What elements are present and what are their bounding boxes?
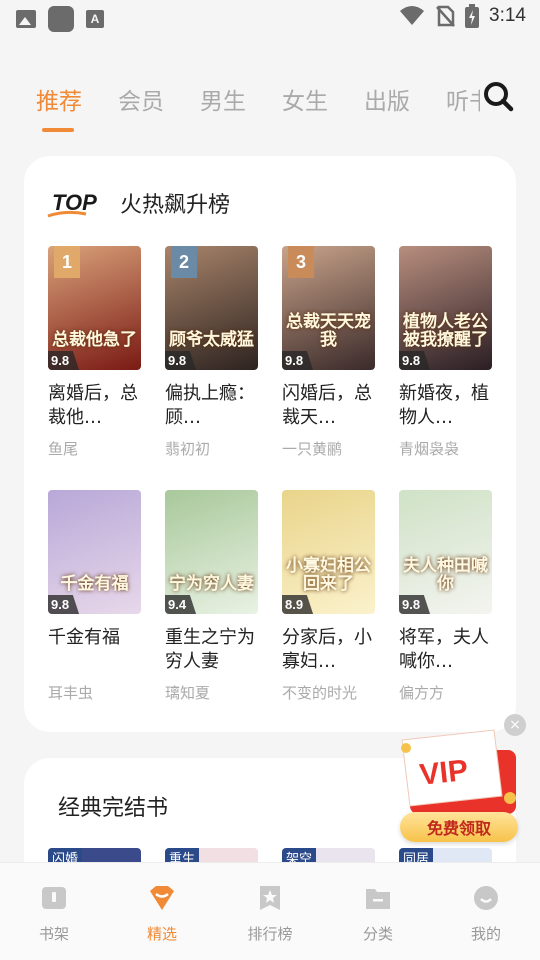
font-notification-icon: A: [86, 10, 104, 28]
tab-3[interactable]: 女生: [282, 82, 328, 122]
book-author: 不变的时光: [282, 684, 358, 702]
nav-item-1[interactable]: 精选: [122, 883, 202, 944]
nav-item-2[interactable]: 排行榜: [230, 883, 310, 944]
battery-charging-icon: [465, 4, 480, 28]
nav-label: 书架: [38, 925, 69, 943]
search-icon[interactable]: [482, 80, 514, 112]
book-title[interactable]: 将军，夫人喊你…: [399, 626, 495, 674]
tab-5[interactable]: 听书: [446, 82, 480, 122]
cover-title-art: 夫人种田喊你: [403, 556, 488, 595]
vip-claim-button[interactable]: 免费领取: [400, 812, 518, 842]
app-notification-icon: [48, 6, 74, 32]
ranking-icon: [260, 886, 280, 910]
book-cover[interactable]: 1 总裁他急了 9.8: [48, 246, 141, 370]
nav-label: 我的: [470, 925, 501, 943]
book-cover[interactable]: 宁为穷人妻 9.4: [165, 490, 258, 614]
book-cover[interactable]: 夫人种田喊你 9.8: [399, 490, 492, 614]
book-author: 一只黄鹂: [282, 440, 343, 458]
status-bar: A 3:14: [0, 0, 540, 38]
book-card[interactable]: 千金有福 9.8 千金有福 耳丰虫: [48, 490, 144, 703]
book-card[interactable]: 3 总裁天天宠我 9.8 闪婚后，总裁天… 一只黄鹂: [282, 246, 378, 459]
nav-item-4[interactable]: 我的: [446, 883, 526, 944]
rating-badge: 9.4: [165, 595, 197, 614]
wifi-icon: [400, 6, 425, 25]
book-author: 鱼尾: [48, 440, 79, 458]
book-card[interactable]: 植物人老公被我撩醒了 9.8 新婚夜，植物人… 青烟袅袅: [399, 246, 495, 459]
rank-badge: 2: [171, 246, 197, 278]
rating-badge: 9.8: [165, 351, 197, 370]
clock: 3:14: [489, 5, 526, 26]
tab-0[interactable]: 推荐: [36, 82, 82, 122]
cover-title-art: 总裁天天宠我: [286, 312, 371, 351]
tab-1[interactable]: 会员: [118, 82, 164, 122]
cover-title-art: 植物人老公被我撩醒了: [403, 312, 488, 351]
book-title[interactable]: 偏执上瘾：顾…: [165, 382, 261, 430]
nav-item-0[interactable]: 书架: [14, 883, 94, 944]
vip-badge: VIP: [418, 754, 470, 792]
book-title[interactable]: 离婚后，总裁他…: [48, 382, 144, 430]
book-cover[interactable]: 小寡妇相公回来了 8.9: [282, 490, 375, 614]
book-card[interactable]: 宁为穷人妻 9.4 重生之宁为穷人妻 璃知夏: [165, 490, 261, 703]
book-cover[interactable]: 植物人老公被我撩醒了 9.8: [399, 246, 492, 370]
no-sim-icon: [436, 5, 455, 27]
rating-badge: 9.8: [282, 351, 314, 370]
book-cover[interactable]: 2 顾爷太威猛 9.8: [165, 246, 258, 370]
cover-title-art: 宁为穷人妻: [169, 574, 254, 595]
cover-title-art: 总裁他急了: [52, 330, 137, 351]
bookshelf-icon: [42, 887, 66, 909]
rank-badge: 3: [288, 246, 314, 278]
hot-ranking-card: TOP 火热飙升榜 1 总裁他急了 9.8 离婚后，总裁他… 鱼尾 2 顾爷太威…: [24, 156, 516, 732]
book-author: 青烟袅袅: [399, 440, 460, 458]
top-logo: TOP: [46, 186, 110, 220]
vip-close-button[interactable]: ×: [504, 714, 526, 736]
section-title-classic: 经典完结书: [58, 796, 169, 821]
book-card[interactable]: 1 总裁他急了 9.8 离婚后，总裁他… 鱼尾: [48, 246, 144, 459]
book-author: 偏方方: [399, 684, 445, 702]
book-title[interactable]: 分家后，小寡妇…: [282, 626, 378, 674]
rating-badge: 9.8: [48, 595, 80, 614]
book-card[interactable]: 2 顾爷太威猛 9.8 偏执上瘾：顾… 翡初初: [165, 246, 261, 459]
tab-2[interactable]: 男生: [200, 82, 246, 122]
rating-badge: 9.8: [399, 595, 431, 614]
book-card[interactable]: 夫人种田喊你 9.8 将军，夫人喊你… 偏方方: [399, 490, 495, 703]
rating-badge: 9.8: [399, 351, 431, 370]
book-author: 翡初初: [165, 440, 211, 458]
cover-title-art: 小寡妇相公回来了: [286, 556, 371, 595]
book-card[interactable]: 小寡妇相公回来了 8.9 分家后，小寡妇… 不变的时光: [282, 490, 378, 703]
nav-label: 精选: [146, 925, 177, 943]
book-author: 耳丰虫: [48, 684, 94, 702]
rank-badge: 1: [54, 246, 80, 278]
category-tabs: 推荐会员男生女生出版听书: [36, 82, 480, 122]
book-author: 璃知夏: [165, 684, 211, 702]
book-title[interactable]: 千金有福: [48, 626, 144, 674]
tab-4[interactable]: 出版: [364, 82, 410, 122]
rating-badge: 9.8: [48, 351, 80, 370]
rating-badge: 8.9: [282, 595, 314, 614]
profile-icon: [474, 886, 498, 910]
nav-item-3[interactable]: 分类: [338, 883, 418, 944]
bottom-nav: 书架 精选 排行榜 分类 我的: [0, 862, 540, 960]
category-icon: [366, 889, 390, 909]
cover-title-art: 千金有福: [60, 574, 129, 595]
nav-label: 排行榜: [247, 925, 293, 943]
cover-title-art: 顾爷太威猛: [169, 330, 254, 351]
book-title[interactable]: 重生之宁为穷人妻: [165, 626, 261, 674]
book-cover[interactable]: 3 总裁天天宠我 9.8: [282, 246, 375, 370]
top-logo-text: TOP: [52, 190, 97, 215]
nav-label: 分类: [362, 925, 393, 943]
book-cover[interactable]: 千金有福 9.8: [48, 490, 141, 614]
book-title[interactable]: 新婚夜，植物人…: [399, 382, 495, 430]
gallery-notification-icon: [16, 10, 36, 28]
featured-icon: [150, 886, 174, 910]
book-title[interactable]: 闪婚后，总裁天…: [282, 382, 378, 430]
active-tab-indicator: [42, 128, 74, 132]
section-title-hot: 火热飙升榜: [120, 193, 231, 218]
